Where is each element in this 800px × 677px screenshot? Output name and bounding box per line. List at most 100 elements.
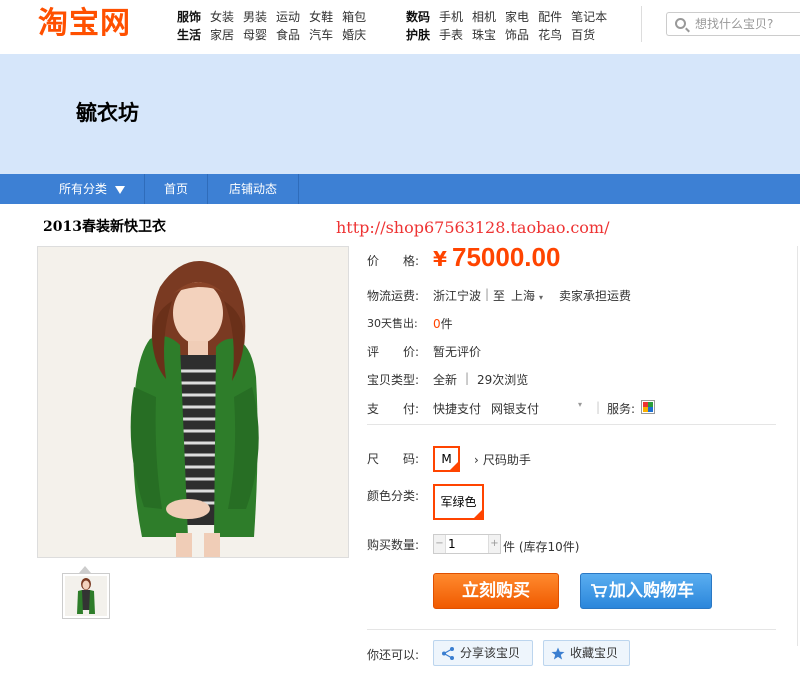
product-photo-illustration [38, 247, 348, 557]
nav-all-label: 所有分类 [58, 182, 107, 196]
color-option-army-green[interactable]: 军绿色 [433, 484, 484, 520]
size-option-label: M [441, 452, 452, 466]
shipping-to-prefix: 至 [493, 289, 506, 303]
quantity-label: 购买数量: [367, 538, 420, 552]
category-link[interactable]: 男装 [243, 8, 267, 26]
quantity-plus-button[interactable]: + [488, 535, 500, 553]
more-actions-label: 你还可以: [367, 648, 420, 662]
shipping-note: 卖家承担运费 [559, 289, 632, 303]
top-bar: 淘宝网 服饰 女装 男装 运动 女鞋 箱包 生活 家居 母婴 食品 汽车 婚庆 数码 手机 相机 家电 配件… [0, 0, 800, 54]
share-icon [442, 647, 454, 660]
quantity-stepper[interactable]: − + [433, 534, 501, 554]
thumbnail-illustration [65, 576, 107, 616]
size-helper-link[interactable]: › 尺码助手 [474, 451, 531, 468]
category-link[interactable]: 花鸟 [538, 26, 562, 44]
payment-separator: | [596, 400, 601, 414]
category-link[interactable]: 汽车 [309, 26, 333, 44]
shop-url-watermark: http://shop67563128.taobao.com/ [336, 218, 610, 237]
shipping-label: 物流运费: [367, 289, 420, 303]
sold-info: 0件 [433, 315, 453, 332]
nav-all-categories[interactable]: 所有分类 [40, 174, 145, 204]
favorite-label: 收藏宝贝 [570, 646, 619, 660]
favorite-item-button[interactable]: 收藏宝贝 [543, 640, 630, 666]
size-option-m[interactable]: M [433, 446, 460, 472]
section-divider [367, 629, 776, 630]
add-to-cart-button[interactable]: 加入购物车 [580, 573, 712, 609]
category-link[interactable]: 手机 [439, 8, 463, 26]
pay-bank[interactable]: 网银支付 [491, 400, 539, 417]
stock-info: 件 (库存10件) [503, 540, 580, 554]
price-label: 价 格: [367, 254, 420, 268]
category-link[interactable]: 配件 [538, 8, 562, 26]
type-separator: | [465, 371, 470, 385]
category-link[interactable]: 婚庆 [342, 26, 366, 44]
category-link[interactable]: 珠宝 [472, 26, 496, 44]
price-currency: ¥ [433, 247, 447, 271]
service-badge-icon[interactable] [641, 400, 655, 417]
category-link[interactable]: 运动 [276, 8, 300, 26]
type-value: 全新 [433, 373, 458, 387]
color-label: 颜色分类: [367, 489, 420, 503]
rating-value[interactable]: 暂无评价 [433, 343, 481, 360]
category-link[interactable]: 家电 [505, 8, 529, 26]
nav-home[interactable]: 首页 [145, 174, 208, 204]
section-divider [367, 424, 776, 425]
shop-banner: 毓衣坊 [0, 54, 800, 174]
color-option-label: 军绿色 [440, 495, 477, 509]
search-input[interactable] [695, 16, 795, 32]
shipping-from: 浙江宁波 [433, 289, 482, 303]
search-icon[interactable] [675, 18, 686, 29]
cart-icon [591, 584, 607, 598]
shop-name[interactable]: 毓衣坊 [76, 97, 139, 127]
category-link[interactable]: 食品 [276, 26, 300, 44]
price-value: 75000.00 [452, 242, 561, 272]
category-link[interactable]: 箱包 [342, 8, 366, 26]
product-thumbnail[interactable] [62, 573, 110, 619]
share-label: 分享该宝贝 [460, 646, 521, 660]
category-link[interactable]: 女装 [210, 8, 234, 26]
category-group-2: 数码 手机 相机 家电 配件 笔记本 护肤 手表 珠宝 饰品 花鸟 百货 [406, 8, 616, 44]
category-link[interactable]: 手表 [439, 26, 463, 44]
search-box[interactable] [666, 12, 800, 36]
size-helper-label: 尺码助手 [482, 453, 531, 467]
category-head[interactable]: 生活 [177, 26, 201, 44]
category-link[interactable]: 饰品 [505, 26, 529, 44]
chevron-right-icon: › [474, 453, 479, 467]
category-head[interactable]: 数码 [406, 8, 430, 26]
category-head[interactable]: 服饰 [177, 8, 201, 26]
sold-label: 30天售出: [367, 317, 418, 330]
shipping-destination: 上海 [511, 289, 536, 303]
payment-more-icon[interactable]: ▾ [578, 400, 582, 409]
category-link[interactable]: 笔记本 [571, 8, 607, 26]
sold-count: 0 [433, 317, 441, 331]
category-link[interactable]: 女鞋 [309, 8, 333, 26]
category-link[interactable]: 相机 [472, 8, 496, 26]
pay-quick[interactable]: 快捷支付 [433, 400, 481, 417]
buy-now-button[interactable]: 立刻购买 [433, 573, 559, 609]
category-link[interactable]: 家居 [210, 26, 234, 44]
item-title: 2013春装新快卫衣 [43, 219, 166, 235]
category-link[interactable]: 母婴 [243, 26, 267, 44]
category-head[interactable]: 护肤 [406, 26, 430, 44]
quantity-minus-button[interactable]: − [434, 535, 446, 553]
shipping-destination-select[interactable]: 上海 ▾ [511, 287, 543, 304]
product-main-image[interactable] [37, 246, 349, 558]
caret-down-icon: ▾ [539, 293, 544, 302]
taobao-logo[interactable]: 淘宝网 [38, 6, 131, 42]
rating-label: 评 价: [367, 345, 420, 359]
shipping-separator: | [485, 287, 490, 301]
type-label: 宝贝类型: [367, 373, 420, 387]
payment-label: 支 付: [367, 402, 420, 416]
nav-shop-news[interactable]: 店铺动态 [208, 174, 299, 204]
add-to-cart-label: 加入购物车 [609, 581, 694, 601]
quantity-input[interactable] [448, 537, 486, 551]
category-link[interactable]: 百货 [571, 26, 595, 44]
share-item-button[interactable]: 分享该宝贝 [433, 640, 533, 666]
thumbnail-pointer [79, 566, 91, 573]
view-count: 29次浏览 [477, 373, 529, 387]
sold-unit: 件 [440, 317, 453, 331]
shop-nav: 所有分类 首页 店铺动态 [0, 174, 800, 204]
star-icon [551, 647, 565, 660]
header-divider [641, 6, 642, 42]
right-border [797, 246, 798, 646]
